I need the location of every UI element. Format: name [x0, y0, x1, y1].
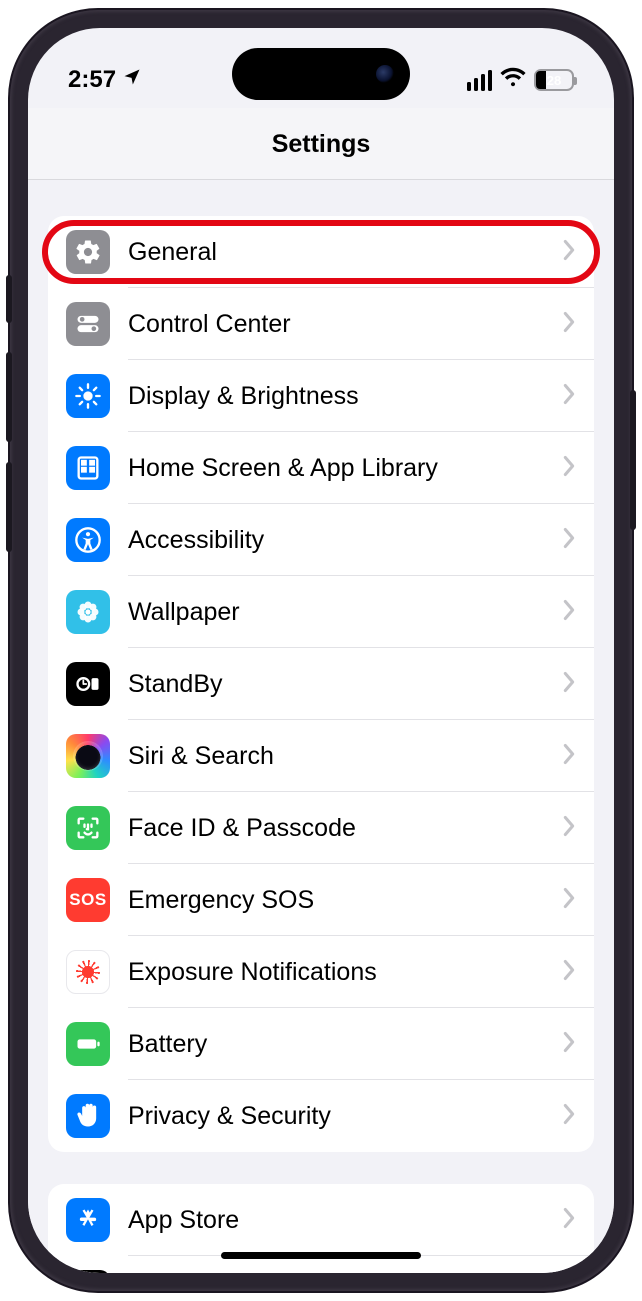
mute-switch — [6, 275, 12, 323]
status-time: 2:57 — [68, 66, 116, 94]
settings-row-general[interactable]: General — [48, 216, 594, 288]
settings-row-standby[interactable]: StandBy — [48, 648, 594, 720]
settings-row-label: Display & Brightness — [128, 382, 562, 411]
settings-row-label: App Store — [128, 1206, 562, 1235]
page-title: Settings — [28, 108, 614, 180]
settings-row-wallpaper[interactable]: Wallpaper — [48, 576, 594, 648]
settings-row-label: Face ID & Passcode — [128, 814, 562, 843]
settings-row-battery[interactable]: Battery — [48, 1008, 594, 1080]
hand-icon — [66, 1094, 110, 1138]
settings-row-home-screen[interactable]: Home Screen & App Library — [48, 432, 594, 504]
sun-icon — [66, 374, 110, 418]
chevron-right-icon — [562, 1031, 576, 1058]
standby-icon — [66, 662, 110, 706]
settings-row-face-id[interactable]: Face ID & Passcode — [48, 792, 594, 864]
settings-row-label: Accessibility — [128, 526, 562, 555]
grid-icon — [66, 446, 110, 490]
settings-row-label: Home Screen & App Library — [128, 454, 562, 483]
dynamic-island — [232, 48, 410, 100]
side-button — [630, 390, 636, 530]
chevron-right-icon — [562, 455, 576, 482]
chevron-right-icon — [562, 671, 576, 698]
flower-icon — [66, 590, 110, 634]
chevron-right-icon — [562, 815, 576, 842]
settings-content: General Control Center Display & Brightnes… — [28, 216, 614, 1273]
settings-row-accessibility[interactable]: Accessibility — [48, 504, 594, 576]
accessibility-icon — [66, 518, 110, 562]
face-id-icon — [66, 806, 110, 850]
settings-row-exposure[interactable]: Exposure Notifications — [48, 936, 594, 1008]
toggles-icon — [66, 302, 110, 346]
settings-row-control-center[interactable]: Control Center — [48, 288, 594, 360]
volume-down — [6, 462, 12, 552]
chevron-right-icon — [562, 1207, 576, 1234]
appstore-icon — [66, 1198, 110, 1242]
settings-row-privacy[interactable]: Privacy & Security — [48, 1080, 594, 1152]
settings-row-display-brightness[interactable]: Display & Brightness — [48, 360, 594, 432]
settings-row-label: General — [128, 238, 562, 267]
home-indicator[interactable] — [221, 1252, 421, 1259]
settings-row-label: Exposure Notifications — [128, 958, 562, 987]
chevron-right-icon — [562, 383, 576, 410]
phone-frame: 2:57 28 Settings — [10, 10, 632, 1291]
battery-icon: 28 — [534, 69, 574, 91]
settings-row-label: Siri & Search — [128, 742, 562, 771]
settings-row-label: StandBy — [128, 670, 562, 699]
exposure-icon — [66, 950, 110, 994]
wallet-icon — [66, 1270, 110, 1273]
settings-row-label: Control Center — [128, 310, 562, 339]
volume-up — [6, 352, 12, 442]
battery-percent: 28 — [536, 73, 572, 88]
chevron-right-icon — [562, 743, 576, 770]
cellular-icon — [467, 70, 493, 91]
chevron-right-icon — [562, 599, 576, 626]
chevron-right-icon — [562, 887, 576, 914]
chevron-right-icon — [562, 311, 576, 338]
front-camera — [376, 65, 394, 83]
settings-row-label: Battery — [128, 1030, 562, 1059]
settings-row-label: Emergency SOS — [128, 886, 562, 915]
settings-row-label: Privacy & Security — [128, 1102, 562, 1131]
settings-group-1: General Control Center Display & Brightnes… — [48, 216, 594, 1152]
chevron-right-icon — [562, 527, 576, 554]
settings-row-siri-search[interactable]: Siri & Search — [48, 720, 594, 792]
chevron-right-icon — [562, 1103, 576, 1130]
battery-icon — [66, 1022, 110, 1066]
chevron-right-icon — [562, 959, 576, 986]
sos-icon: SOS — [66, 878, 110, 922]
chevron-right-icon — [562, 239, 576, 266]
screen: 2:57 28 Settings — [28, 28, 614, 1273]
gear-icon — [66, 230, 110, 274]
settings-row-label: Wallpaper — [128, 598, 562, 627]
settings-group-2: App StoreWallet & Apple Pay — [48, 1184, 594, 1273]
wifi-icon — [500, 66, 526, 94]
settings-row-emergency-sos[interactable]: SOS Emergency SOS — [48, 864, 594, 936]
location-icon — [122, 66, 142, 94]
settings-row-app-store[interactable]: App Store — [48, 1184, 594, 1256]
siri-icon — [66, 734, 110, 778]
